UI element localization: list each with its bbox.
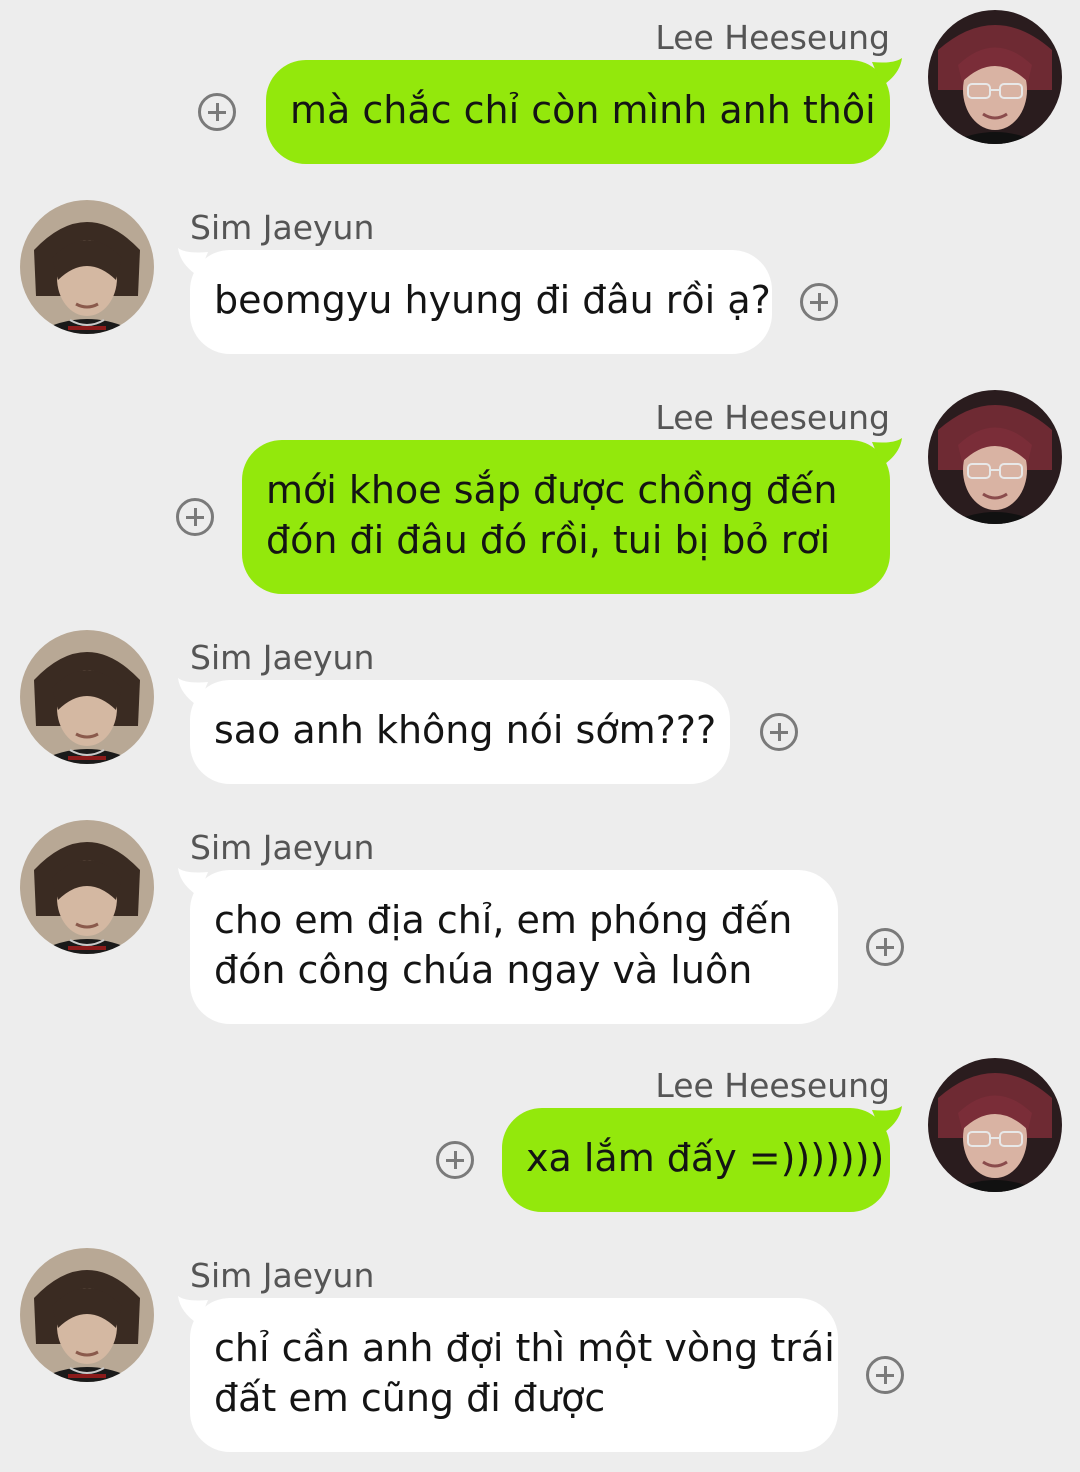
plus-circle-icon[interactable] [866, 928, 904, 966]
message-text: đón đi đâu đó rồi, tui bị bỏ rơi [266, 518, 831, 562]
sender-name: Lee Heeseung [655, 18, 890, 57]
message-bubble[interactable]: mới khoe sắp được chồng đến đón đi đâu đó… [242, 440, 890, 594]
jaeyun-avatar-icon[interactable] [20, 1248, 154, 1382]
incoming-message: Sim Jaeyun chỉ cần anh đợi thì một vòng t… [0, 1248, 1080, 1462]
incoming-message: Sim Jaeyun cho em địa chỉ, em phóng đến đó… [0, 820, 1080, 1034]
incoming-message: Sim Jaeyun beomgyu hyung đi đâu rồi ạ? [0, 200, 1080, 364]
jaeyun-avatar-icon[interactable] [20, 820, 154, 954]
message-bubble[interactable]: cho em địa chỉ, em phóng đến đón công chú… [190, 870, 838, 1024]
message-text: beomgyu hyung đi đâu rồi ạ? [214, 278, 771, 322]
bubble-tail [178, 868, 208, 896]
bubble-tail [872, 438, 902, 466]
plus-circle-icon[interactable] [436, 1141, 474, 1179]
outgoing-message: Lee Heeseung xa lắm đấy =))))))) [0, 1058, 1080, 1222]
sender-name: Lee Heeseung [655, 398, 890, 437]
message-text: mà chắc chỉ còn mình anh thôi [290, 88, 876, 132]
message-bubble[interactable]: mà chắc chỉ còn mình anh thôi [266, 60, 890, 164]
sender-name: Sim Jaeyun [190, 828, 375, 867]
plus-circle-icon[interactable] [176, 498, 214, 536]
incoming-message: Sim Jaeyun sao anh không nói sớm??? [0, 630, 1080, 794]
message-text: cho em địa chỉ, em phóng đến [214, 898, 793, 942]
plus-circle-icon[interactable] [866, 1356, 904, 1394]
bubble-tail [872, 58, 902, 86]
message-text: đất em cũng đi được [214, 1376, 606, 1420]
outgoing-message: Lee Heeseung mới khoe sắp được chồng đến đ… [0, 390, 1080, 604]
heeseung-avatar-icon[interactable] [928, 390, 1062, 524]
message-bubble[interactable]: sao anh không nói sớm??? [190, 680, 730, 784]
plus-circle-icon[interactable] [198, 93, 236, 131]
sender-name: Lee Heeseung [655, 1066, 890, 1105]
sender-name: Sim Jaeyun [190, 208, 375, 247]
message-bubble[interactable]: beomgyu hyung đi đâu rồi ạ? [190, 250, 772, 354]
chat-thread: Lee Heeseung mà chắc chỉ còn mình anh thô… [0, 0, 1080, 1472]
message-text: mới khoe sắp được chồng đến [266, 468, 838, 512]
plus-circle-icon[interactable] [760, 713, 798, 751]
heeseung-avatar-icon[interactable] [928, 10, 1062, 144]
bubble-tail [872, 1106, 902, 1134]
jaeyun-avatar-icon[interactable] [20, 200, 154, 334]
jaeyun-avatar-icon[interactable] [20, 630, 154, 764]
message-text: đón công chúa ngay và luôn [214, 948, 753, 992]
message-text: chỉ cần anh đợi thì một vòng trái [214, 1326, 835, 1370]
bubble-tail [178, 678, 208, 706]
message-bubble[interactable]: xa lắm đấy =))))))) [502, 1108, 890, 1212]
bubble-tail [178, 1296, 208, 1324]
bubble-tail [178, 248, 208, 276]
sender-name: Sim Jaeyun [190, 1256, 375, 1295]
message-text: sao anh không nói sớm??? [214, 708, 717, 752]
sender-name: Sim Jaeyun [190, 638, 375, 677]
message-bubble[interactable]: chỉ cần anh đợi thì một vòng trái đất em … [190, 1298, 838, 1452]
heeseung-avatar-icon[interactable] [928, 1058, 1062, 1192]
outgoing-message: Lee Heeseung mà chắc chỉ còn mình anh thô… [0, 10, 1080, 174]
message-text: xa lắm đấy =))))))) [526, 1136, 885, 1180]
plus-circle-icon[interactable] [800, 283, 838, 321]
